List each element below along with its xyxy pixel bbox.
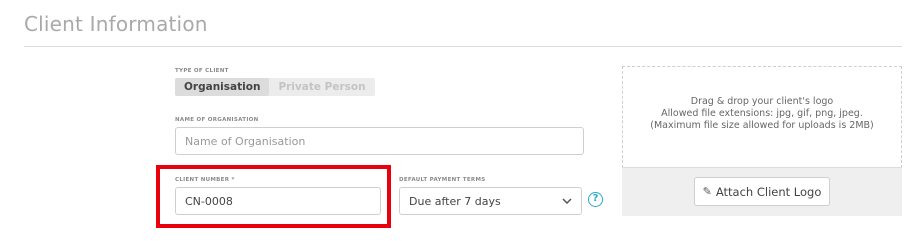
section-divider — [24, 46, 902, 47]
organisation-name-placeholder: Name of Organisation — [185, 134, 306, 148]
chevron-down-icon — [562, 198, 572, 204]
organisation-name-label: NAME OF ORGANISATION — [175, 117, 259, 123]
dropzone-instruction: Drag & drop your client's logo — [690, 96, 834, 107]
payment-terms-value: Due after 7 days — [409, 194, 501, 208]
client-number-highlight-frame — [156, 165, 391, 228]
attach-logo-panel: ✎ Attach Client Logo — [622, 167, 902, 216]
section-title: Client Information — [24, 12, 208, 36]
paperclip-icon: ✎ — [702, 185, 712, 198]
client-type-toggle: Organisation Private Person — [175, 78, 375, 96]
attach-client-logo-label: Attach Client Logo — [715, 184, 822, 199]
client-type-label: TYPE OF CLIENT — [175, 68, 229, 74]
client-type-organisation-button[interactable]: Organisation — [175, 78, 270, 96]
help-icon[interactable]: ? — [588, 192, 603, 207]
dropzone-allowed-extensions: Allowed file extensions: jpg, gif, png, … — [661, 108, 863, 119]
dropzone-max-size: (Maximum file size allowed for uploads i… — [650, 120, 874, 131]
client-information-form: Client Information TYPE OF CLIENT Organi… — [0, 0, 920, 241]
organisation-name-input[interactable]: Name of Organisation — [175, 127, 584, 155]
payment-terms-select[interactable]: Due after 7 days — [399, 187, 582, 215]
client-type-private-person-button[interactable]: Private Person — [269, 78, 374, 96]
attach-client-logo-button[interactable]: ✎ Attach Client Logo — [694, 177, 830, 206]
payment-terms-label: DEFAULT PAYMENT TERMS — [399, 177, 486, 183]
logo-dropzone[interactable]: Drag & drop your client's logo Allowed f… — [622, 66, 902, 168]
